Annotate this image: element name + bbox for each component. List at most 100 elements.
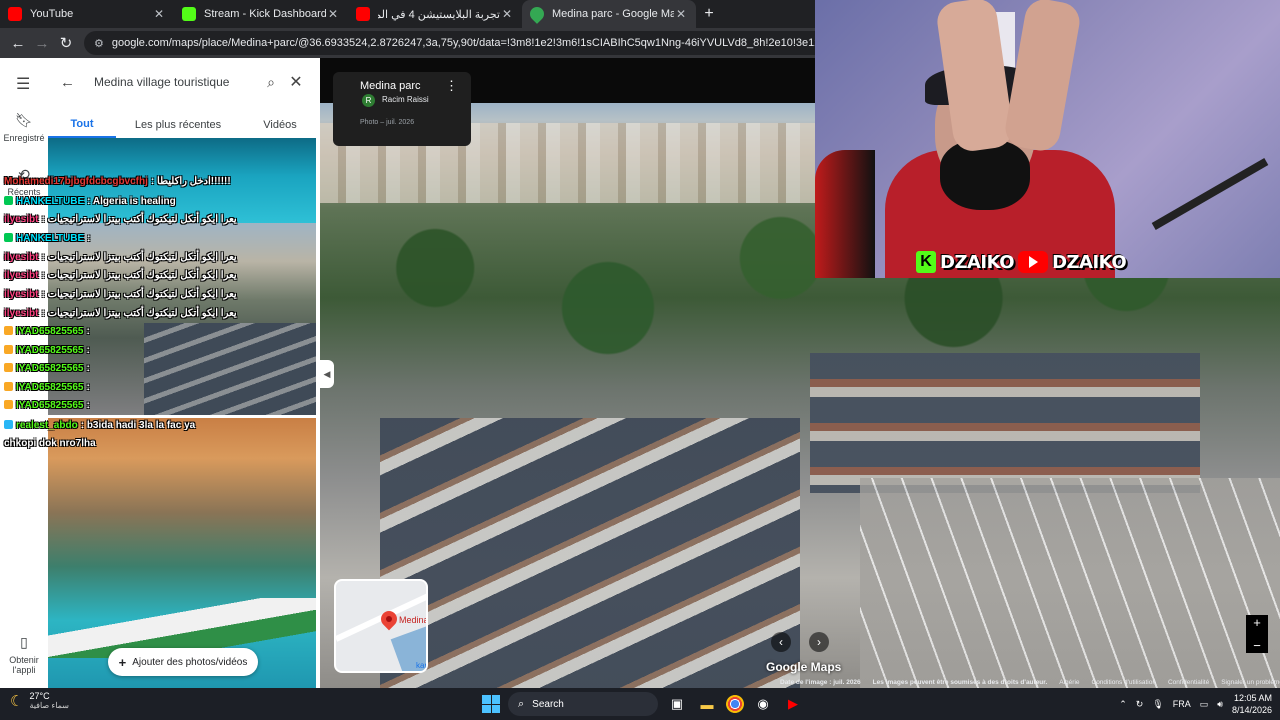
author-avatar[interactable]: R bbox=[362, 94, 375, 107]
temperature: 27°C bbox=[29, 691, 50, 701]
volume-icon[interactable]: 🔊︎ bbox=[1217, 699, 1223, 710]
close-tab-icon[interactable]: ✕ bbox=[500, 7, 514, 21]
search-bar: ← Medina village touristique ⌕ ✕ bbox=[60, 68, 308, 96]
tab-title: YouTube bbox=[30, 8, 74, 20]
site-info-icon[interactable]: ⚙ bbox=[94, 37, 104, 50]
chat-separator: : bbox=[86, 400, 90, 411]
obs-icon[interactable]: ◉ bbox=[752, 693, 774, 715]
chrome-icon[interactable] bbox=[726, 695, 744, 713]
chat-username: IYAD65825565 bbox=[16, 363, 84, 374]
youtube-logo-icon bbox=[1018, 251, 1049, 273]
browser-tab-video[interactable]: تجربة البلايستيشن 4 في المخيم 🎮 ✕ bbox=[348, 0, 522, 28]
chat-text: يعرا ايكو أتكل لتيكتوك أكتب بيتزا لاسترا… bbox=[47, 252, 237, 263]
screen: YouTube ✕ Stream - Kick Dashboard ✕ تجرب… bbox=[0, 0, 1280, 720]
chat-username: ilyesibt bbox=[4, 289, 39, 300]
search-input[interactable]: Medina village touristique bbox=[80, 75, 258, 89]
search-icon[interactable]: ⌕ bbox=[258, 74, 284, 91]
get-app-button[interactable]: ▯ Obtenir l'appli bbox=[0, 634, 48, 675]
back-arrow-icon[interactable]: ← bbox=[6, 31, 30, 55]
chat-badge-icon bbox=[4, 382, 13, 391]
chat-message: ilyesibt: يعرا ايكو أتكل لتيكتوك أكتب بي… bbox=[4, 308, 237, 319]
weather-widget[interactable]: ☾ 27°C سماء صافية bbox=[10, 691, 69, 710]
collapse-panel-button[interactable]: ◀ bbox=[320, 360, 334, 388]
microphone-icon[interactable]: 🎙︎ bbox=[1152, 699, 1163, 710]
youtube-favicon-icon bbox=[356, 7, 370, 21]
browser-tab-maps[interactable]: Medina parc - Google Maps ✕ bbox=[522, 0, 696, 28]
language-indicator[interactable]: FRA bbox=[1173, 699, 1191, 709]
next-photo-arrow-icon[interactable]: › bbox=[809, 632, 829, 652]
maps-favicon-icon bbox=[527, 4, 547, 24]
chat-badge-icon bbox=[4, 363, 13, 372]
phone-icon: ▯ bbox=[20, 634, 28, 650]
browser-tab-youtube[interactable]: YouTube ✕ bbox=[0, 0, 174, 28]
more-options-icon[interactable]: ⋮ bbox=[445, 78, 458, 94]
chat-badge-icon bbox=[4, 420, 13, 429]
chat-message: IYAD65825565: bbox=[4, 345, 90, 356]
back-arrow-icon[interactable]: ← bbox=[60, 74, 80, 91]
chat-badge-icon bbox=[4, 400, 13, 409]
chevron-up-icon[interactable]: ⌃ bbox=[1119, 699, 1127, 710]
taskbar-apps: ⌕ Search ▣ ▬ ◉ ▶ bbox=[482, 691, 804, 717]
photo-filter-tabs: Tout Les plus récentes Vidéos bbox=[48, 112, 320, 138]
google-maps-wordmark: Google Maps bbox=[766, 660, 842, 674]
minimap[interactable]: Medina kar bbox=[334, 579, 428, 673]
chat-message: chkopi dok nro7lha bbox=[4, 438, 96, 449]
windows-taskbar: ☾ 27°C سماء صافية ⌕ Search ▣ ▬ ◉ ▶ ⌃ ↻ 🎙… bbox=[0, 688, 1280, 720]
zoom-in-button[interactable]: + bbox=[1253, 615, 1261, 630]
browser-tab-kick[interactable]: Stream - Kick Dashboard ✕ bbox=[174, 0, 348, 28]
chat-message: ilyesibt: يعرا ايكو أتكل لتيكتوك أكتب بي… bbox=[4, 214, 237, 225]
zoom-out-button[interactable]: − bbox=[1253, 638, 1261, 653]
author-name[interactable]: Racim Raissi bbox=[382, 95, 429, 104]
close-tab-icon[interactable]: ✕ bbox=[152, 7, 166, 21]
chat-badge-icon bbox=[4, 345, 13, 354]
stream-chat-overlay: Mohamedi17bjbgfdcbcgbvcfhj: ادخل راكليطا… bbox=[0, 176, 320, 456]
chat-text: يعرا ايكو أتكل لتيكتوك أكتب بيتزا لاسترا… bbox=[47, 308, 237, 319]
tab-videos[interactable]: Vidéos bbox=[240, 112, 320, 138]
add-photos-button[interactable]: + Ajouter des photos/vidéos bbox=[108, 648, 258, 676]
close-tab-icon[interactable]: ✕ bbox=[674, 7, 688, 21]
weather-description: سماء صافية bbox=[29, 701, 69, 710]
search-icon: ⌕ bbox=[518, 697, 525, 710]
chat-username: HANKELTUBE bbox=[16, 233, 85, 244]
chat-username: IYAD65825565 bbox=[16, 326, 84, 337]
close-icon[interactable]: ✕ bbox=[284, 72, 308, 92]
chat-badge-icon bbox=[4, 326, 13, 335]
get-app-label: Obtenir l'appli bbox=[9, 655, 39, 675]
new-tab-button[interactable]: + bbox=[696, 0, 722, 28]
chat-separator: : bbox=[86, 326, 90, 337]
saved-button[interactable]: 🔖︎ Enregistré bbox=[0, 112, 48, 143]
gaming-chair-shape bbox=[815, 150, 875, 278]
forward-arrow-icon[interactable]: → bbox=[30, 31, 54, 55]
chat-username: ilyesibt bbox=[4, 252, 39, 263]
close-tab-icon[interactable]: ✕ bbox=[326, 7, 340, 21]
task-view-icon[interactable]: ▣ bbox=[666, 693, 688, 715]
parking-lot-shape bbox=[860, 478, 1280, 688]
file-explorer-icon[interactable]: ▬ bbox=[696, 693, 718, 715]
tab-all[interactable]: Tout bbox=[48, 112, 116, 138]
chat-message: IYAD65825565: bbox=[4, 400, 90, 411]
chat-message: ilyesibt: يعرا ايكو أتكل لتيكتوك أكتب بي… bbox=[4, 252, 237, 263]
reload-icon[interactable]: ↻ bbox=[54, 31, 78, 55]
chat-message: HANKELTUBE: bbox=[4, 233, 91, 244]
add-photos-label: Ajouter des photos/vidéos bbox=[132, 656, 248, 668]
sync-icon[interactable]: ↻ bbox=[1136, 699, 1144, 710]
youtube-app-icon[interactable]: ▶ bbox=[782, 693, 804, 715]
streamer bbox=[885, 0, 1115, 278]
tab-most-recent[interactable]: Les plus récentes bbox=[116, 112, 240, 138]
moon-icon: ☾ bbox=[10, 692, 24, 710]
taskbar-search[interactable]: ⌕ Search bbox=[508, 692, 658, 716]
chat-username: ilyesibt bbox=[4, 270, 39, 281]
chat-message: Mohamedi17bjbgfdcbcgbvcfhj: ادخل راكليطا… bbox=[4, 176, 231, 187]
chat-badge-icon bbox=[4, 233, 13, 242]
tab-title: Stream - Kick Dashboard bbox=[204, 8, 326, 20]
network-icon[interactable]: ▭ bbox=[1200, 699, 1209, 710]
chat-text: يعرا ايكو أتكل لتيكتوك أكتب بيتزا لاسترا… bbox=[47, 289, 237, 300]
hamburger-icon[interactable]: ☰ bbox=[16, 74, 30, 94]
clock[interactable]: 12:05 AM 8/14/2026 bbox=[1232, 692, 1272, 716]
previous-photo-arrow-icon[interactable]: ‹ bbox=[771, 632, 791, 652]
chat-text: Algeria is healing bbox=[92, 196, 176, 207]
chat-username: IYAD65825565 bbox=[16, 400, 84, 411]
windows-start-icon[interactable] bbox=[482, 695, 500, 713]
chat-message: IYAD65825565: bbox=[4, 382, 90, 393]
chat-badge-icon bbox=[4, 196, 13, 205]
